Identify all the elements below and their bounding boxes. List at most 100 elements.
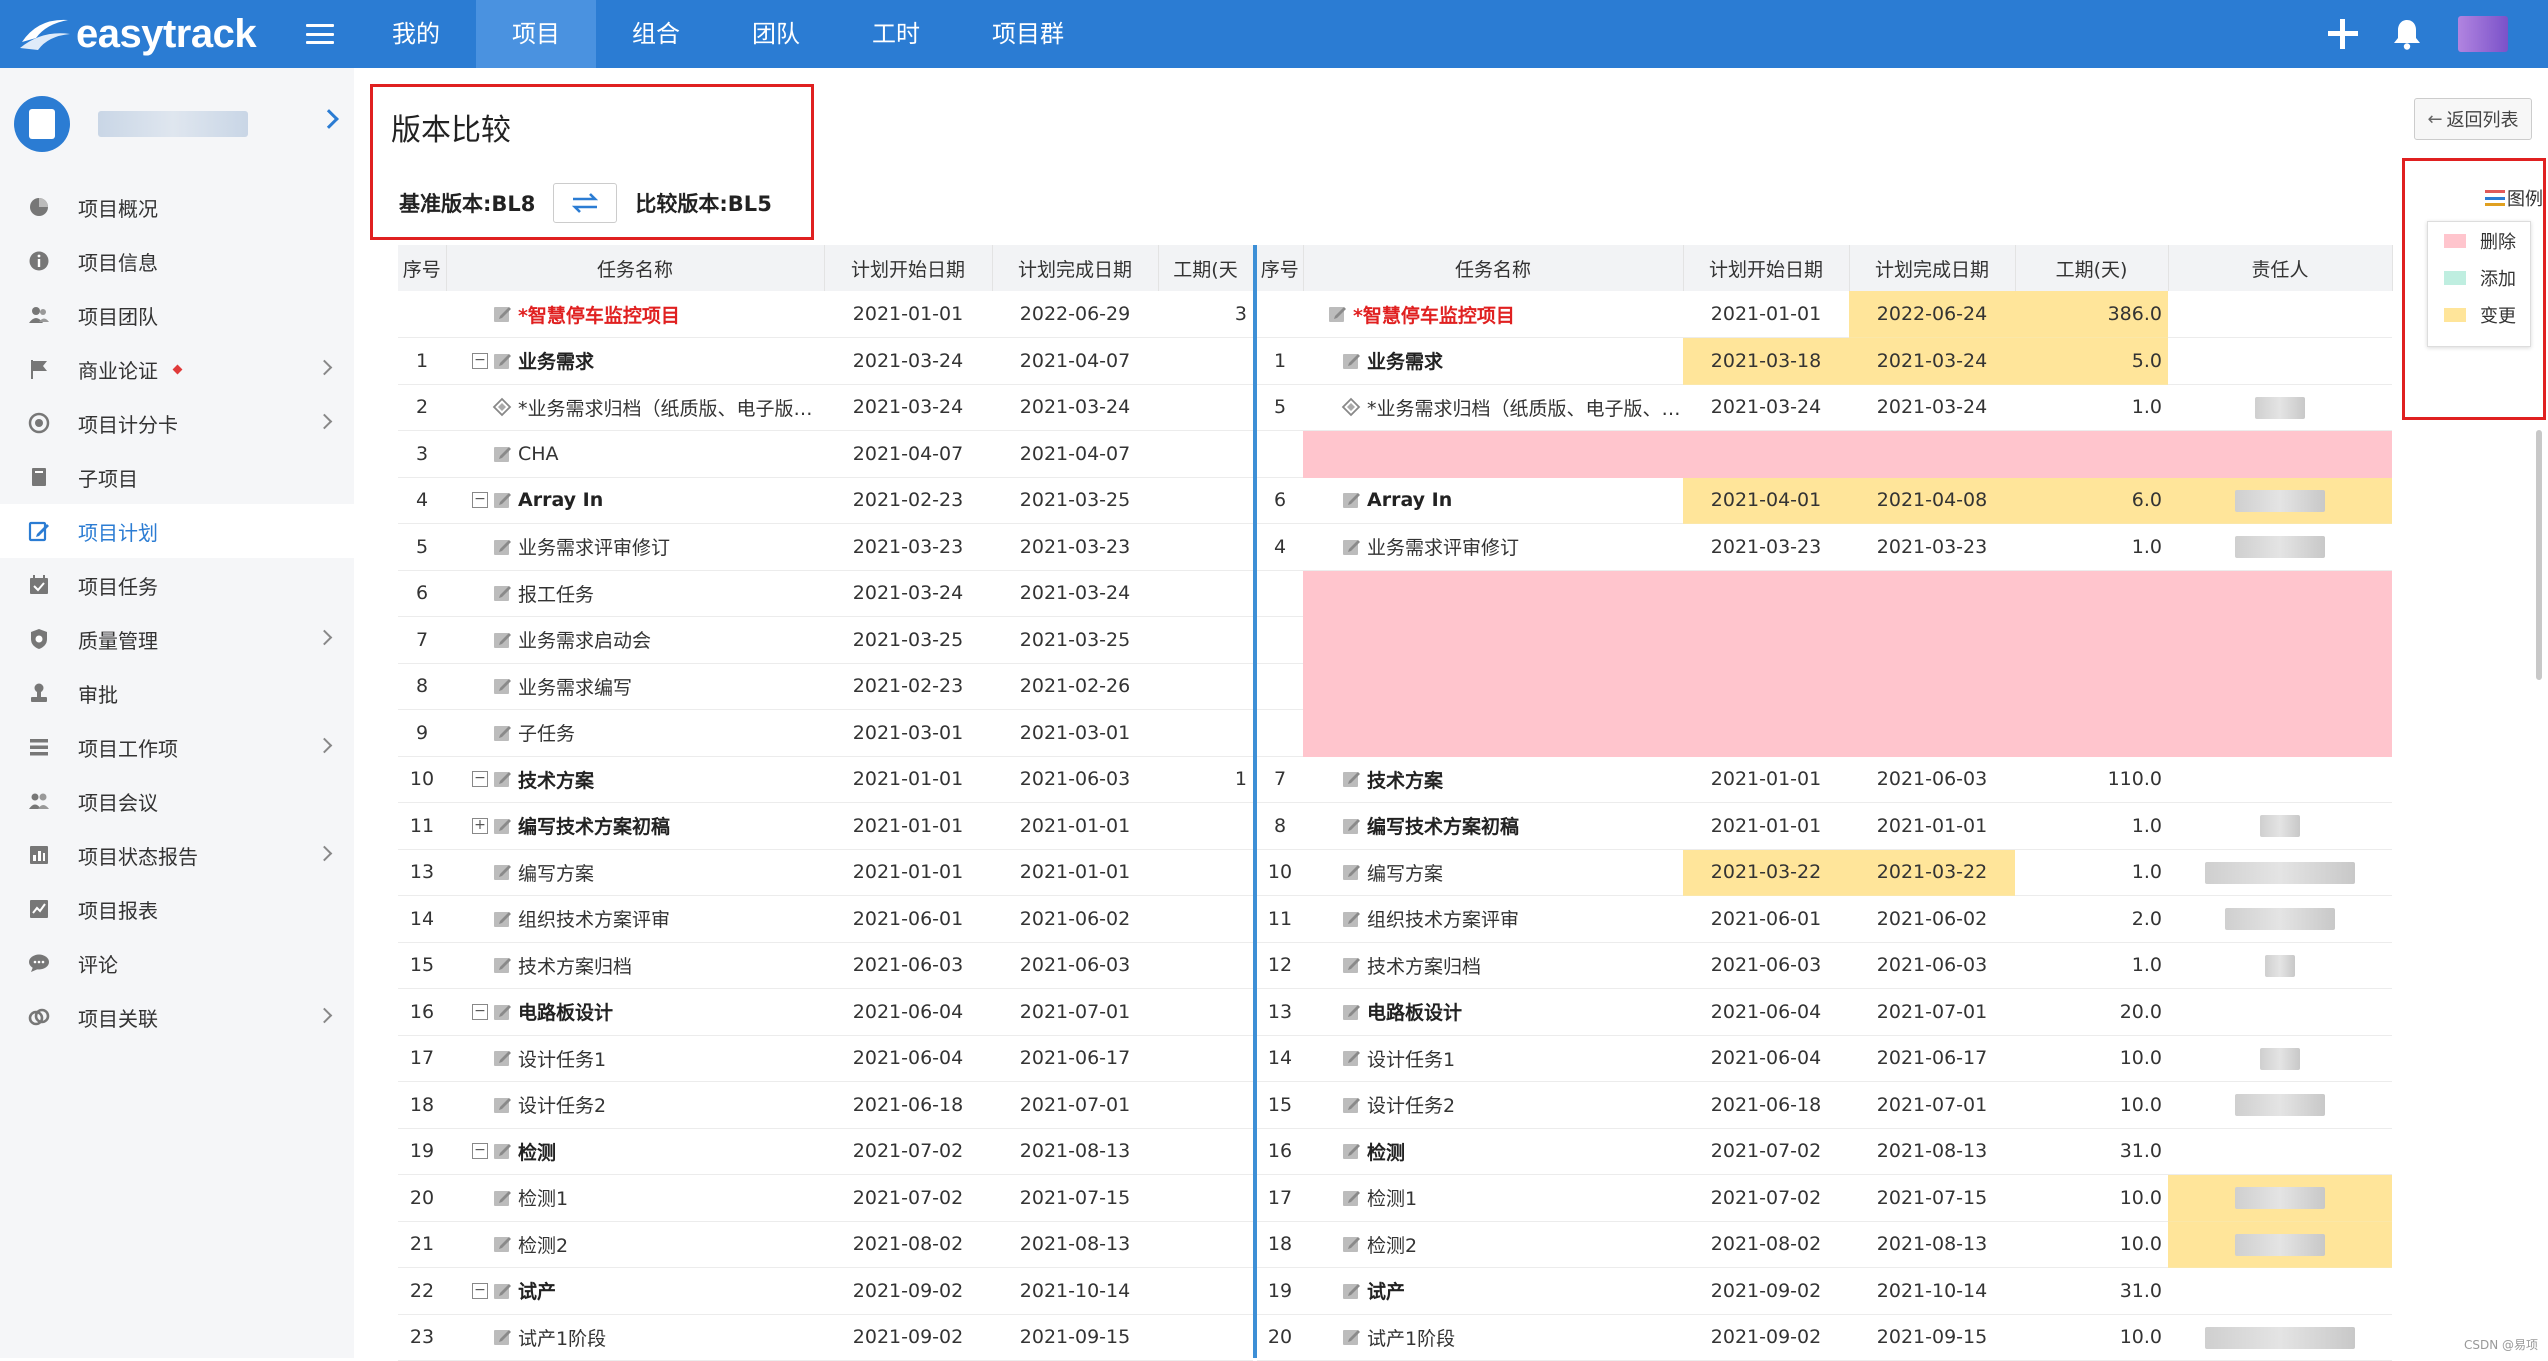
deleted-row[interactable] (1257, 430, 2392, 478)
table-row[interactable]: 8 编写技术方案初稿 2021-01-01 2021-01-01 1.0 (1257, 802, 2392, 850)
sidebar-item[interactable]: 审批 (0, 666, 354, 720)
task-name[interactable]: 设计任务1 (1367, 1045, 1455, 1072)
table-row[interactable]: 11 + 编写技术方案初稿 2021-01-01 2021-01-01 (398, 802, 1253, 850)
chevron-right-icon[interactable] (316, 845, 333, 862)
sidebar-item[interactable]: 项目信息 (0, 234, 354, 288)
column-header[interactable]: 任务名称 (446, 245, 825, 291)
table-row[interactable]: 19 试产 2021-09-02 2021-10-14 31.0 (1257, 1267, 2392, 1315)
sidebar-item[interactable]: 项目报表 (0, 882, 354, 936)
project-switcher[interactable] (0, 68, 354, 180)
table-row[interactable]: 8 业务需求编写 2021-02-23 2021-02-26 (398, 663, 1253, 710)
task-name[interactable]: 试产 (518, 1277, 556, 1304)
table-row[interactable]: *智慧停车监控项目 2021-01-01 2022-06-24 386.0 (1257, 291, 2392, 338)
column-header[interactable]: 责任人 (2168, 245, 2393, 291)
task-name[interactable]: CHA (518, 443, 559, 465)
column-header[interactable]: 计划开始日期 (1683, 245, 1850, 291)
table-row[interactable]: 20 试产1阶段 2021-09-02 2021-09-15 10.0 (1257, 1314, 2392, 1361)
deleted-row[interactable] (1257, 570, 2392, 617)
column-header[interactable]: 序号 (1257, 245, 1304, 291)
task-name[interactable]: 设计任务1 (518, 1045, 606, 1072)
deleted-row[interactable] (1257, 663, 2392, 710)
table-row[interactable]: 4 业务需求评审修订 2021-03-23 2021-03-23 1.0 (1257, 523, 2392, 571)
task-name[interactable]: 业务需求评审修订 (1367, 533, 1519, 560)
base-version-label[interactable]: 基准版本:BL8 (399, 188, 535, 218)
nav-item[interactable]: 项目 (476, 0, 596, 68)
chevron-right-icon[interactable] (316, 629, 333, 646)
sidebar-item[interactable]: 项目计划 (0, 504, 354, 558)
collapse-icon[interactable]: − (472, 492, 488, 509)
sidebar-item[interactable]: 质量管理 (0, 612, 354, 666)
table-row[interactable]: 18 检测2 2021-08-02 2021-08-13 10.0 (1257, 1221, 2392, 1268)
sidebar-item[interactable]: 项目任务 (0, 558, 354, 612)
task-name[interactable]: 报工任务 (518, 580, 594, 607)
table-row[interactable]: 1 业务需求 2021-03-18 2021-03-24 5.0 (1257, 337, 2392, 385)
task-name[interactable]: 业务需求 (1367, 347, 1443, 374)
column-header[interactable]: 任务名称 (1303, 245, 1684, 291)
chevron-right-icon[interactable] (316, 737, 333, 754)
task-name[interactable]: 试产1阶段 (518, 1324, 606, 1351)
table-row[interactable]: 14 组织技术方案评审 2021-06-01 2021-06-02 (398, 895, 1253, 943)
table-row[interactable]: 17 检测1 2021-07-02 2021-07-15 10.0 (1257, 1174, 2392, 1222)
chevron-right-icon[interactable] (316, 359, 333, 376)
task-name[interactable]: Array In (518, 489, 603, 511)
task-name[interactable]: 电路板设计 (1367, 998, 1462, 1025)
nav-item[interactable]: 团队 (716, 0, 836, 68)
chevron-right-icon[interactable] (316, 1007, 333, 1024)
expand-icon[interactable]: + (472, 817, 488, 834)
table-row[interactable]: 22 − 试产 2021-09-02 2021-10-14 (398, 1267, 1253, 1315)
task-name[interactable]: 子任务 (518, 719, 575, 746)
chevron-right-icon[interactable] (316, 413, 333, 430)
task-name[interactable]: 组织技术方案评审 (518, 905, 670, 932)
sidebar-item[interactable]: 项目概况 (0, 180, 354, 234)
collapse-icon[interactable]: − (472, 1143, 488, 1160)
task-name[interactable]: *智慧停车监控项目 (518, 301, 680, 328)
table-row[interactable]: 21 检测2 2021-08-02 2021-08-13 (398, 1221, 1253, 1268)
table-row[interactable]: 11 组织技术方案评审 2021-06-01 2021-06-02 2.0 (1257, 895, 2392, 943)
sidebar-item[interactable]: 项目状态报告 (0, 828, 354, 882)
table-row[interactable]: 13 电路板设计 2021-06-04 2021-07-01 20.0 (1257, 988, 2392, 1036)
task-name[interactable]: 编写方案 (518, 859, 594, 886)
sidebar-item[interactable]: 评论 (0, 936, 354, 990)
column-header[interactable]: 计划开始日期 (824, 245, 993, 291)
table-row[interactable]: 7 业务需求启动会 2021-03-25 2021-03-25 (398, 616, 1253, 664)
deleted-row[interactable] (1257, 616, 2392, 664)
table-row[interactable]: 12 技术方案归档 2021-06-03 2021-06-03 1.0 (1257, 942, 2392, 989)
chevron-right-icon[interactable] (319, 109, 339, 129)
task-name[interactable]: 技术方案 (518, 766, 594, 793)
sidebar-item[interactable]: 项目工作项 (0, 720, 354, 774)
table-row[interactable]: 20 检测1 2021-07-02 2021-07-15 (398, 1174, 1253, 1222)
table-row[interactable]: 16 − 电路板设计 2021-06-04 2021-07-01 (398, 988, 1253, 1036)
task-name[interactable]: 检测 (1367, 1138, 1405, 1165)
table-row[interactable]: 16 检测 2021-07-02 2021-08-13 31.0 (1257, 1128, 2392, 1175)
table-row[interactable]: 5 *业务需求归档（纸质版、电子版、评… 2021-03-24 2021-03-24 1… (1257, 384, 2392, 431)
table-row[interactable]: 9 子任务 2021-03-01 2021-03-01 (398, 709, 1253, 757)
user-avatar[interactable] (2458, 16, 2508, 52)
table-row[interactable]: 6 报工任务 2021-03-24 2021-03-24 (398, 570, 1253, 617)
table-row[interactable]: 10 编写方案 2021-03-22 2021-03-22 1.0 (1257, 849, 2392, 896)
table-row[interactable]: 2 *业务需求归档（纸质版、电子版、… 2021-03-24 2021-03-24 (398, 384, 1253, 431)
sidebar-item[interactable]: 项目计分卡 (0, 396, 354, 450)
table-row[interactable]: 6 Array In 2021-04-01 2021-04-08 6.0 (1257, 477, 2392, 524)
task-name[interactable]: 业务需求评审修订 (518, 533, 670, 560)
task-name[interactable]: 检测2 (1367, 1231, 1417, 1258)
task-name[interactable]: 业务需求 (518, 347, 594, 374)
column-header[interactable]: 计划完成日期 (992, 245, 1159, 291)
task-name[interactable]: 检测2 (518, 1231, 568, 1258)
collapse-icon[interactable]: − (472, 352, 488, 369)
table-row[interactable]: 13 编写方案 2021-01-01 2021-01-01 (398, 849, 1253, 896)
table-row[interactable]: 10 − 技术方案 2021-01-01 2021-06-03 1 (398, 756, 1253, 803)
table-row[interactable]: 14 设计任务1 2021-06-04 2021-06-17 10.0 (1257, 1035, 2392, 1082)
task-name[interactable]: 组织技术方案评审 (1367, 905, 1519, 932)
nav-item[interactable]: 我的 (356, 0, 476, 68)
task-name[interactable]: 编写方案 (1367, 859, 1443, 886)
table-row[interactable]: 18 设计任务2 2021-06-18 2021-07-01 (398, 1081, 1253, 1129)
task-name[interactable]: 技术方案归档 (518, 952, 632, 979)
sidebar-item[interactable]: 项目关联 (0, 990, 354, 1044)
table-row[interactable]: 15 设计任务2 2021-06-18 2021-07-01 10.0 (1257, 1081, 2392, 1129)
sidebar-item[interactable]: 子项目 (0, 450, 354, 504)
swap-versions-button[interactable] (553, 183, 618, 223)
plus-icon[interactable] (2328, 19, 2358, 49)
table-row[interactable]: 4 − Array In 2021-02-23 2021-03-25 (398, 477, 1253, 524)
task-name[interactable]: *智慧停车监控项目 (1353, 301, 1515, 328)
task-name[interactable]: 检测 (518, 1138, 556, 1165)
